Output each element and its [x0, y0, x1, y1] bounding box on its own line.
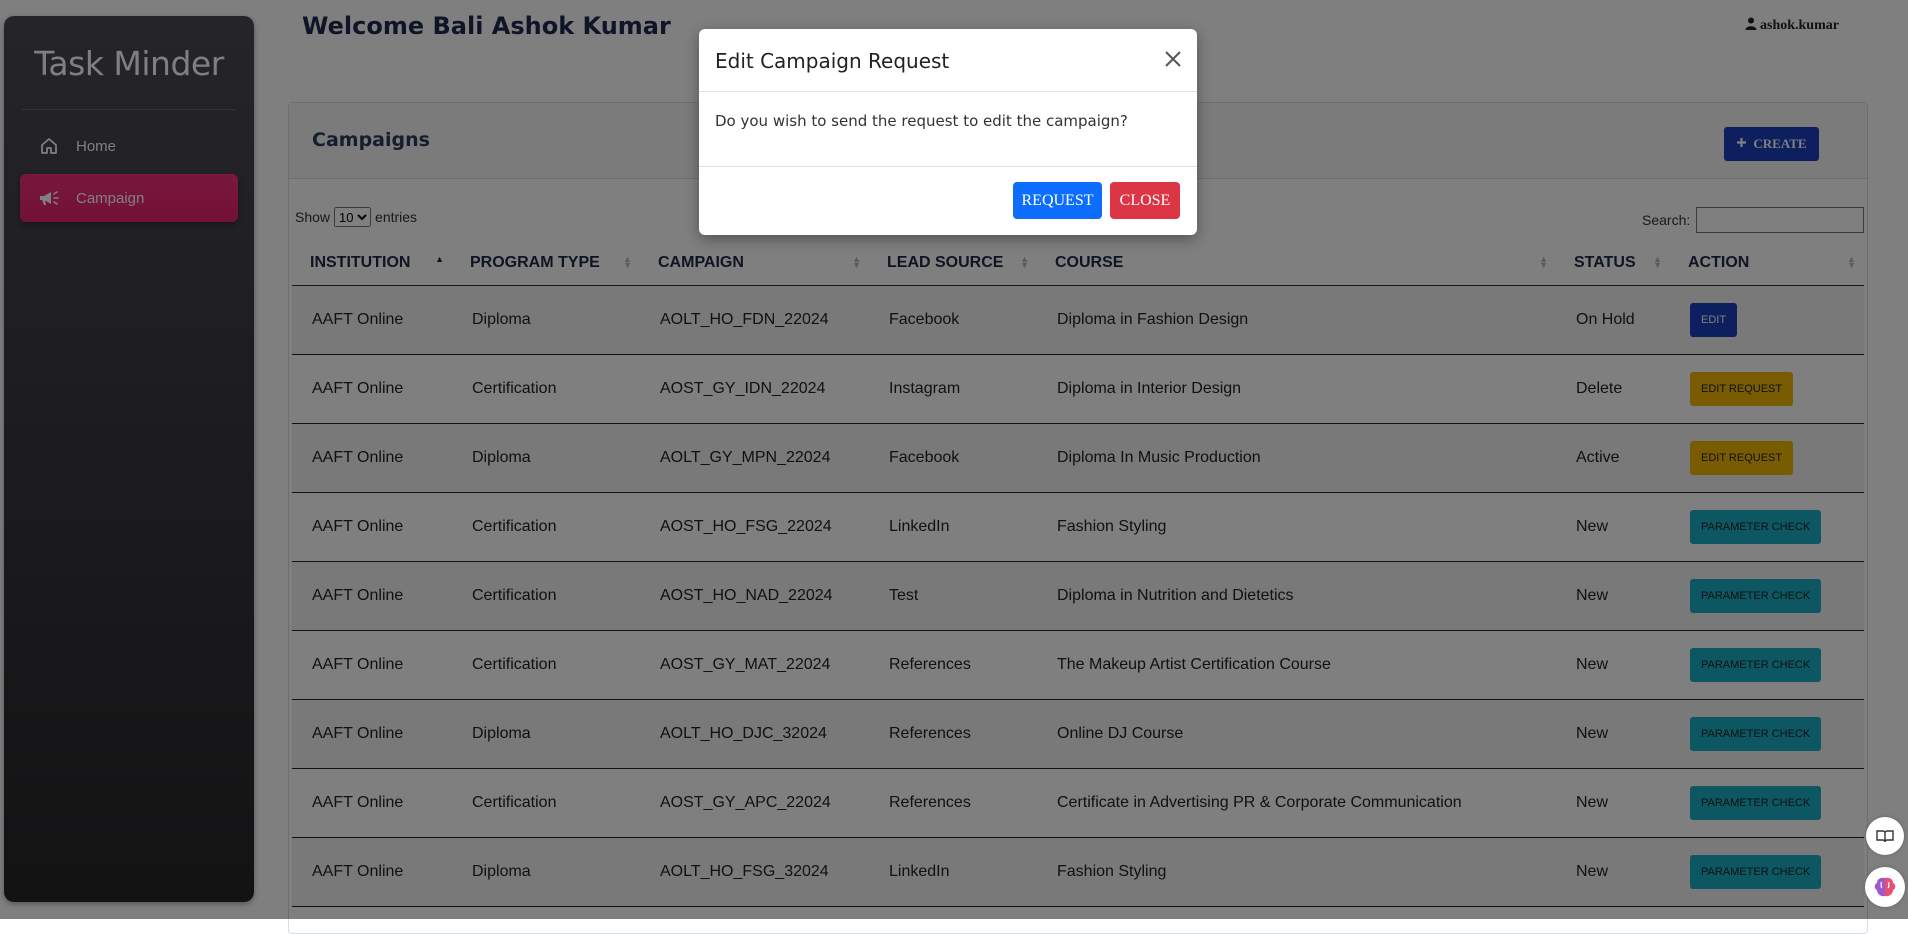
- assistant-brain-icon[interactable]: [1865, 867, 1905, 907]
- modal-header: Edit Campaign Request: [699, 29, 1197, 92]
- modal-body: Do you wish to send the request to edit …: [699, 92, 1197, 167]
- close-button[interactable]: CLOSE: [1110, 182, 1180, 219]
- reader-icon[interactable]: [1866, 817, 1904, 855]
- close-icon[interactable]: [1163, 49, 1183, 69]
- modal-title: Edit Campaign Request: [715, 49, 950, 73]
- modal-message: Do you wish to send the request to edit …: [715, 112, 1128, 130]
- request-button[interactable]: REQUEST: [1013, 182, 1102, 219]
- edit-request-modal: Edit Campaign Request Do you wish to sen…: [699, 29, 1197, 235]
